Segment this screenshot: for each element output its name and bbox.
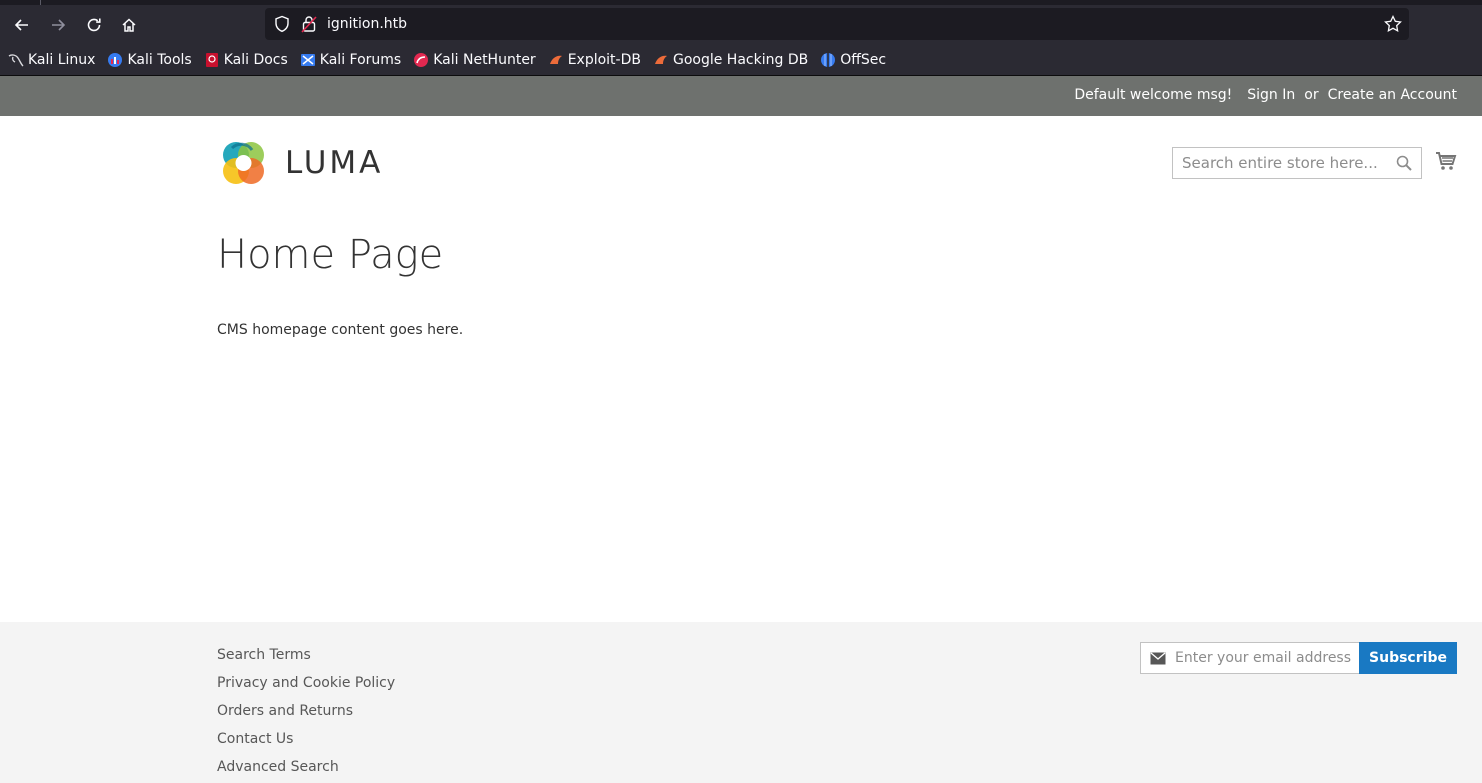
bookmark-label: Kali NetHunter [433, 52, 536, 68]
url-text[interactable]: ignition.htb [327, 15, 407, 33]
bookmark-kali-docs[interactable]: Kali Docs [204, 52, 288, 68]
bookmark-star-icon[interactable] [1383, 14, 1403, 34]
bookmark-label: Kali Linux [28, 52, 96, 68]
bookmarks-toolbar: Kali Linux Kali Tools Kali Docs Kali For… [0, 45, 898, 75]
footer-link-contact-us[interactable]: Contact Us [217, 725, 395, 753]
welcome-message: Default welcome msg! [1074, 87, 1233, 103]
exploit-db-icon [549, 55, 562, 64]
search-icon[interactable] [1396, 155, 1412, 171]
home-icon [122, 18, 136, 32]
shield-icon[interactable] [273, 15, 291, 33]
or-separator: or [1304, 87, 1319, 103]
bookmark-exploit-db[interactable]: Exploit-DB [548, 52, 641, 68]
reload-icon [87, 18, 101, 32]
google-hacking-db-icon [654, 55, 667, 64]
insecure-lock-icon[interactable] [301, 15, 317, 33]
subscribe-button[interactable]: Subscribe [1359, 642, 1457, 674]
footer-links: Search Terms Privacy and Cookie Policy O… [217, 641, 395, 781]
panel-header: Default welcome msg! Sign In or Create a… [0, 76, 1482, 116]
bookmark-kali-forums[interactable]: Kali Forums [300, 52, 401, 68]
tab-edge [40, 0, 41, 5]
bookmark-label: Kali Tools [127, 52, 192, 68]
bookmark-label: Google Hacking DB [672, 52, 809, 68]
luma-logo-icon[interactable] [218, 138, 270, 190]
bookmark-offsec[interactable]: OffSec [820, 52, 886, 68]
kali-docs-icon [205, 53, 218, 67]
search-box[interactable] [1172, 147, 1422, 179]
footer-link-advanced-search[interactable]: Advanced Search [217, 753, 395, 781]
footer: Search Terms Privacy and Cookie Policy O… [0, 622, 1482, 783]
back-arrow-icon [14, 19, 28, 31]
envelope-icon [1150, 652, 1166, 665]
offsec-icon [821, 53, 836, 67]
shopping-cart-icon[interactable] [1435, 150, 1457, 172]
header-links: Default welcome msg! Sign In or Create a… [1074, 87, 1457, 103]
newsletter-field[interactable] [1140, 642, 1360, 674]
sign-in-link[interactable]: Sign In [1247, 87, 1295, 103]
search-input[interactable] [1173, 148, 1388, 178]
kali-forums-icon [300, 54, 315, 66]
url-bar[interactable]: ignition.htb [265, 8, 1409, 40]
kali-tools-icon [108, 53, 123, 67]
reload-button[interactable] [80, 11, 108, 39]
footer-link-privacy-policy[interactable]: Privacy and Cookie Policy [217, 669, 395, 697]
kali-dragon-icon [8, 54, 24, 67]
newsletter-email-input[interactable] [1175, 643, 1359, 673]
forward-arrow-icon [52, 19, 66, 31]
home-button[interactable] [115, 11, 143, 39]
bookmark-label: Kali Docs [223, 52, 288, 68]
bookmark-kali-linux[interactable]: Kali Linux [8, 52, 95, 68]
bookmark-label: OffSec [840, 52, 887, 68]
kali-nethunter-icon [414, 53, 429, 67]
tab-strip [0, 0, 1482, 5]
bookmark-kali-tools[interactable]: Kali Tools [107, 52, 192, 68]
newsletter-form: Subscribe [1140, 642, 1457, 674]
create-account-link[interactable]: Create an Account [1328, 87, 1457, 103]
back-button[interactable] [8, 11, 36, 39]
browser-toolbar: ignition.htb Kali Linux Kali Tools Kali … [0, 0, 1482, 76]
bookmark-label: Kali Forums [319, 52, 402, 68]
footer-link-orders-returns[interactable]: Orders and Returns [217, 697, 395, 725]
footer-link-search-terms[interactable]: Search Terms [217, 641, 395, 669]
forward-button[interactable] [44, 11, 72, 39]
cms-content-text: CMS homepage content goes here. [217, 322, 464, 338]
bookmark-label: Exploit-DB [567, 52, 641, 68]
bookmark-google-hacking-db[interactable]: Google Hacking DB [653, 52, 808, 68]
bookmark-kali-nethunter[interactable]: Kali NetHunter [413, 52, 536, 68]
page-title: Home Page [217, 232, 444, 278]
logo-text[interactable]: LUMA [285, 145, 383, 181]
